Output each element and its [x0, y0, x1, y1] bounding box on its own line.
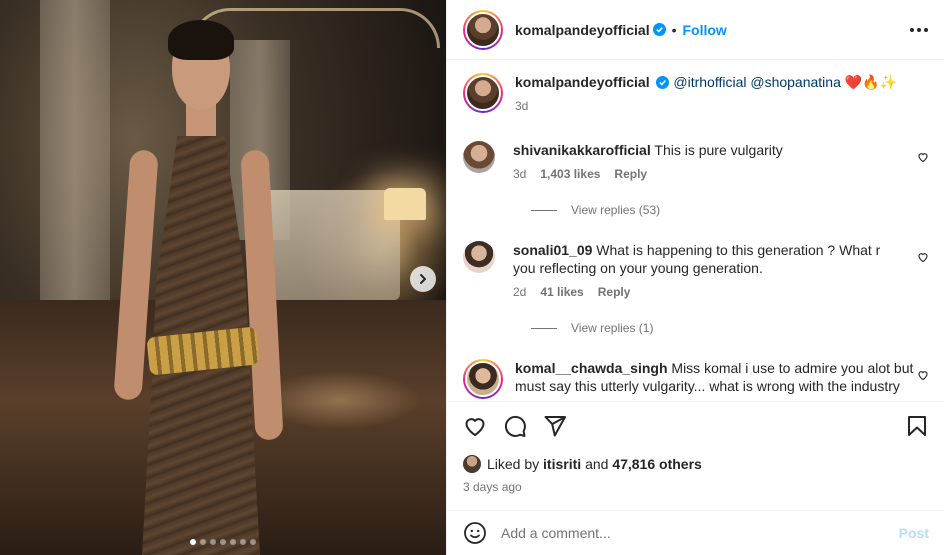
photo-curtain-left [40, 0, 110, 300]
post-panel: komalpandeyofficial • Follow komalpandey… [446, 0, 944, 555]
comment-item: shivanikakkarofficial This is pure vulga… [463, 141, 929, 183]
comments-list[interactable]: komalpandeyofficial @itrhofficial @shopa… [447, 61, 944, 401]
heart-icon[interactable] [917, 369, 929, 381]
chevron-right-icon [420, 274, 426, 284]
carousel-dot [230, 539, 236, 545]
comment-username[interactable]: komal__chawda_singh [515, 360, 668, 376]
view-replies-label: View replies (53) [571, 203, 661, 217]
avatar[interactable] [463, 455, 481, 473]
mention-link[interactable]: @itrhofficial [673, 74, 746, 90]
comment-likes[interactable]: 1,403 likes [540, 165, 600, 183]
photo-lamp [384, 188, 426, 220]
heart-icon[interactable] [463, 414, 487, 438]
avatar[interactable] [463, 241, 495, 273]
post-header: komalpandeyofficial • Follow [447, 0, 944, 60]
action-bar [447, 401, 944, 457]
likes-summary: Liked by itisriti and 47,816 others [463, 455, 702, 473]
liker-username[interactable]: itisriti [543, 456, 581, 472]
photo-bed [260, 190, 400, 300]
avatar[interactable] [463, 73, 503, 113]
verified-icon [652, 23, 666, 36]
carousel-dot [240, 539, 246, 545]
caption: komalpandeyofficial @itrhofficial @shopa… [463, 73, 929, 115]
heart-icon[interactable] [917, 151, 929, 163]
comment-username[interactable]: sonali01_09 [513, 242, 592, 258]
reply-button[interactable]: Reply [614, 165, 647, 183]
carousel-dot [250, 539, 256, 545]
avatar[interactable] [463, 9, 503, 50]
mention-link[interactable]: @shopanatina [750, 74, 841, 90]
emoji-icon[interactable] [463, 521, 487, 545]
comment-text: This is pure vulgarity [654, 142, 783, 158]
avatar[interactable] [463, 141, 495, 173]
comment-username[interactable]: shivanikakkarofficial [513, 142, 651, 158]
comment-time[interactable]: 2d [513, 283, 526, 301]
avatar[interactable] [463, 359, 503, 399]
next-slide-button[interactable] [410, 266, 436, 292]
likes-and: and [585, 456, 609, 472]
heart-icon[interactable] [917, 251, 929, 263]
caption-time[interactable]: 3d [515, 97, 528, 115]
reply-button[interactable]: Reply [598, 283, 631, 301]
photo-person [113, 10, 284, 555]
carousel-indicator [0, 539, 446, 545]
more-icon [910, 27, 914, 32]
comment-time[interactable]: 3d [513, 165, 526, 183]
likes-count[interactable]: 47,816 others [612, 456, 702, 472]
comment-input[interactable] [501, 525, 899, 541]
view-replies-button[interactable]: View replies (53) [531, 203, 660, 217]
share-icon[interactable] [543, 414, 567, 438]
comment-likes[interactable]: 41 likes [540, 283, 583, 301]
comment-item: komal__chawda_singh Miss komal i use to … [463, 359, 929, 399]
carousel-dot [200, 539, 206, 545]
caption-username[interactable]: komalpandeyofficial [515, 74, 650, 90]
post-comment-button[interactable]: Post [899, 525, 929, 541]
separator-dot: • [671, 21, 677, 38]
more-options-button[interactable] [910, 27, 928, 32]
bookmark-icon[interactable] [905, 414, 929, 438]
post-photo[interactable] [0, 0, 446, 555]
comment-item: sonali01_09 What is happening to this ge… [463, 241, 929, 301]
carousel-dot [220, 539, 226, 545]
likes-prefix: Liked by [487, 456, 540, 472]
view-replies-label: View replies (1) [571, 321, 654, 335]
post-date[interactable]: 3 days ago [463, 480, 522, 494]
verified-icon [656, 76, 670, 89]
add-comment-bar: Post [447, 510, 944, 555]
author-username[interactable]: komalpandeyofficial [515, 22, 650, 38]
carousel-dot [190, 539, 196, 545]
comment-icon[interactable] [503, 414, 527, 438]
caption-emojis: ❤️🔥✨ [844, 74, 898, 90]
follow-button[interactable]: Follow [683, 22, 727, 38]
carousel-dot [210, 539, 216, 545]
view-replies-button[interactable]: View replies (1) [531, 321, 653, 335]
